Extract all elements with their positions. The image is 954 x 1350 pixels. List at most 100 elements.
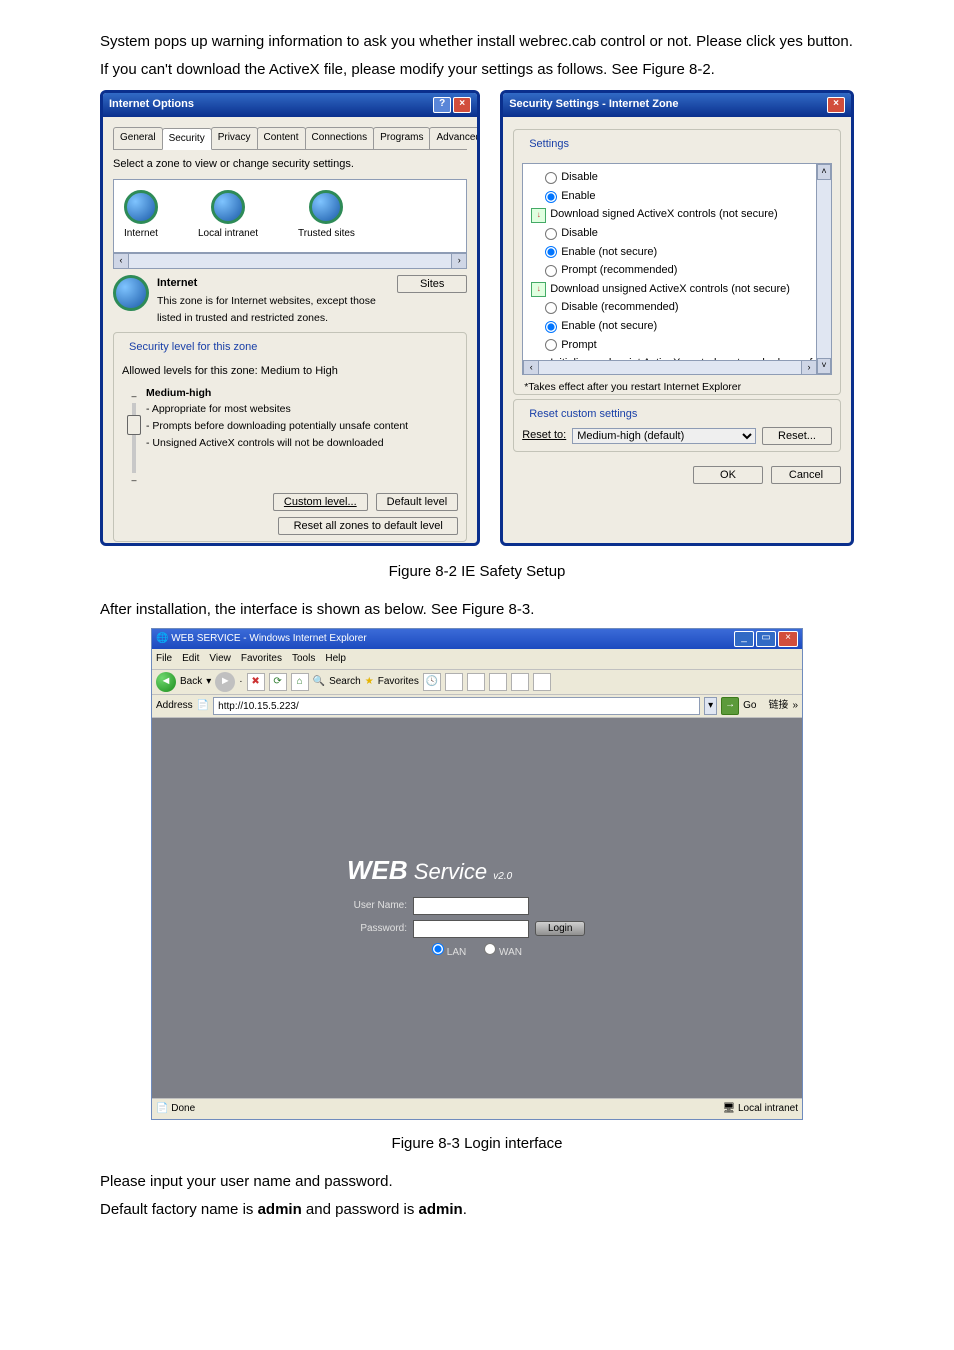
- group-title: Download unsigned ActiveX controls (not …: [550, 281, 790, 299]
- zone-label: Trusted sites: [298, 226, 355, 242]
- ie-statusbar: 📄 Done 🖥 Local intranet: [152, 1098, 802, 1119]
- scroll-right-icon[interactable]: ›: [801, 360, 817, 375]
- edit-icon[interactable]: [489, 673, 507, 691]
- refresh-icon[interactable]: ⟳: [269, 673, 287, 691]
- menu-help[interactable]: Help: [325, 651, 346, 667]
- minimize-icon[interactable]: _: [734, 631, 754, 647]
- radio-enable[interactable]: [545, 246, 557, 258]
- figure-8-2-caption: Figure 8-2 IE Safety Setup: [100, 560, 854, 584]
- tool-icon[interactable]: [533, 673, 551, 691]
- zone-internet[interactable]: Internet: [124, 190, 158, 242]
- reset-all-zones-button[interactable]: Reset all zones to default level: [278, 517, 458, 535]
- radio-enable[interactable]: [545, 191, 557, 203]
- tab-content[interactable]: Content: [257, 127, 306, 149]
- opt-label: Enable: [561, 188, 595, 206]
- login-panel: WEB Service v2.0 User Name: Password: Lo…: [347, 850, 607, 966]
- activex-icon: ↓: [531, 282, 546, 297]
- custom-level-button[interactable]: Custom level...: [273, 493, 368, 511]
- scroll-left-icon[interactable]: ‹: [523, 360, 539, 375]
- reset-to-select[interactable]: Medium-high (default): [572, 428, 756, 444]
- maximize-icon[interactable]: ▭: [756, 631, 776, 647]
- forward-button[interactable]: ►: [215, 672, 235, 692]
- zone-list[interactable]: Internet Local intranet Trusted sites: [113, 179, 467, 253]
- zone-name: Internet: [157, 275, 389, 293]
- links-chevron-icon[interactable]: »: [792, 698, 798, 714]
- username-input[interactable]: [413, 897, 529, 915]
- back-button[interactable]: ◄: [156, 672, 176, 692]
- radio-prompt[interactable]: [545, 339, 557, 351]
- scroll-track[interactable]: [539, 360, 801, 375]
- login-button[interactable]: Login: [535, 921, 585, 936]
- addr-dropdown-icon[interactable]: ▾: [704, 697, 717, 715]
- mail-icon[interactable]: [445, 673, 463, 691]
- address-input[interactable]: [213, 697, 700, 715]
- scroll-down-icon[interactable]: ˅: [817, 358, 831, 374]
- io-tabs: General Security Privacy Content Connect…: [113, 127, 467, 150]
- close-icon[interactable]: ×: [453, 97, 471, 113]
- zone-trusted-sites[interactable]: Trusted sites: [298, 190, 355, 242]
- ok-button[interactable]: OK: [693, 466, 763, 484]
- slider-thumb[interactable]: [127, 415, 141, 435]
- tab-general[interactable]: General: [113, 127, 163, 149]
- scroll-up-icon[interactable]: ˄: [817, 164, 831, 180]
- tab-security[interactable]: Security: [162, 128, 212, 150]
- lan-radio[interactable]: LAN: [432, 943, 466, 961]
- activex-icon: ↓: [531, 208, 546, 223]
- menu-file[interactable]: File: [156, 651, 172, 667]
- security-slider[interactable]: – –: [122, 385, 146, 488]
- radio-enable[interactable]: [545, 321, 557, 333]
- security-settings-dialog: Security Settings - Internet Zone × Sett…: [500, 90, 854, 546]
- zone-scrollbar[interactable]: ‹ ›: [113, 253, 467, 269]
- history-icon[interactable]: 🕓: [423, 673, 441, 691]
- tool-icon[interactable]: [511, 673, 529, 691]
- search-label: Search: [329, 674, 361, 690]
- stop-icon[interactable]: ✖: [247, 673, 265, 691]
- search-icon[interactable]: 🔍: [313, 674, 325, 690]
- opt-label: Enable (not secure): [561, 318, 657, 336]
- after-install-p: After installation, the interface is sho…: [100, 598, 854, 622]
- ie-addressbar: Address 📄 ▾ → Go 链接 »: [152, 695, 802, 718]
- close-icon[interactable]: ×: [827, 97, 845, 113]
- horizontal-scrollbar[interactable]: ‹ ›: [523, 360, 817, 374]
- radio-prompt[interactable]: [545, 265, 557, 277]
- menu-favorites[interactable]: Favorites: [241, 651, 282, 667]
- default-level-button[interactable]: Default level: [376, 493, 459, 511]
- scroll-track[interactable]: [129, 253, 451, 269]
- cancel-button[interactable]: Cancel: [771, 466, 841, 484]
- tab-programs[interactable]: Programs: [373, 127, 430, 149]
- reset-button[interactable]: Reset...: [762, 427, 832, 445]
- menu-tools[interactable]: Tools: [292, 651, 315, 667]
- close-icon[interactable]: ×: [778, 631, 798, 647]
- print-icon[interactable]: [467, 673, 485, 691]
- menu-edit[interactable]: Edit: [182, 651, 199, 667]
- scroll-left-icon[interactable]: ‹: [113, 253, 129, 269]
- zone-desc: This zone is for Internet websites, exce…: [157, 293, 389, 327]
- links-label[interactable]: 链接: [768, 698, 788, 714]
- tab-connections[interactable]: Connections: [305, 127, 375, 149]
- go-button[interactable]: →: [721, 697, 739, 715]
- home-icon[interactable]: ⌂: [291, 673, 309, 691]
- radio-disable[interactable]: [545, 228, 557, 240]
- wan-label: WAN: [499, 947, 522, 958]
- menu-view[interactable]: View: [209, 651, 231, 667]
- outro-p1: Please input your user name and password…: [100, 1170, 854, 1194]
- back-label: Back: [180, 674, 202, 690]
- ie-content: WEB Service v2.0 User Name: Password: Lo…: [152, 718, 802, 1098]
- favorites-icon[interactable]: ★: [365, 674, 374, 690]
- radio-disable[interactable]: [545, 172, 557, 184]
- internet-options-dialog: Internet Options ? × General Security Pr…: [100, 90, 480, 546]
- zone-text: Local intranet: [738, 1103, 798, 1114]
- help-icon[interactable]: ?: [433, 97, 451, 113]
- zone-local-intranet[interactable]: Local intranet: [198, 190, 258, 242]
- radio-disable[interactable]: [545, 302, 557, 314]
- settings-list[interactable]: Disable Enable ↓Download signed ActiveX …: [522, 163, 832, 375]
- tab-advanced[interactable]: Advanced: [429, 127, 480, 149]
- io-titlebar: Internet Options ? ×: [103, 93, 477, 117]
- password-input[interactable]: [413, 920, 529, 938]
- scroll-right-icon[interactable]: ›: [451, 253, 467, 269]
- vertical-scrollbar[interactable]: ˄ ˅: [816, 164, 831, 374]
- tab-privacy[interactable]: Privacy: [211, 127, 258, 149]
- wan-radio[interactable]: WAN: [484, 943, 522, 961]
- sites-button[interactable]: Sites: [397, 275, 467, 293]
- zone-label: Internet: [124, 226, 158, 242]
